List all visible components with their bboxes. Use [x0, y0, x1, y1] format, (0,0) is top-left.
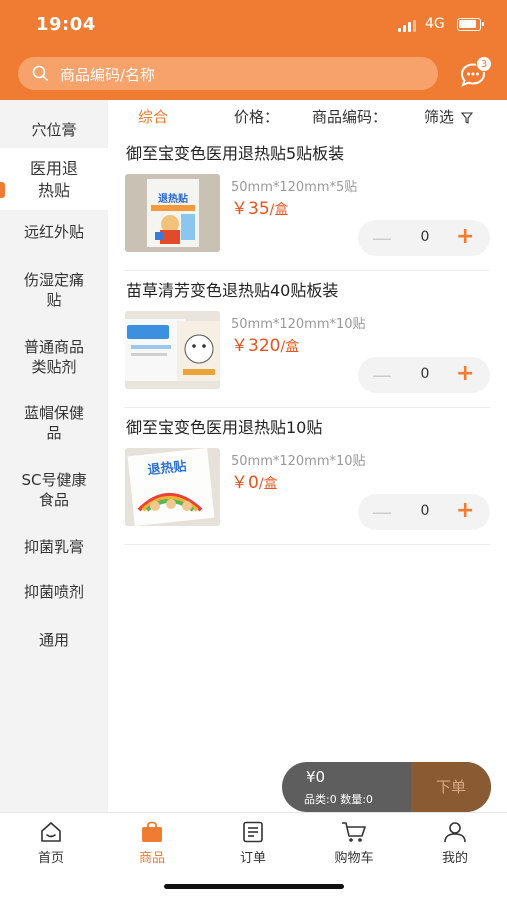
tab-home[interactable]: 首页: [11, 821, 91, 866]
quantity-value[interactable]: 0: [418, 503, 432, 519]
category-sidebar: 穴位膏 医用退 热贴 远红外贴 伤湿定痛 贴 普通商品 类贴剂 蓝帽保健 品 S…: [0, 100, 108, 812]
sidebar-item-general[interactable]: 通用: [0, 630, 108, 654]
price-unit: /盒: [258, 476, 278, 492]
price-unit: /盒: [269, 202, 289, 218]
quantity-stepper: — 0 +: [358, 357, 490, 393]
status-bar: 19:04 4G: [0, 0, 507, 46]
product-price: ￥0/盒: [231, 468, 278, 493]
sidebar-item-antibacterial-cream[interactable]: 抑菌乳膏: [0, 537, 108, 561]
home-indicator[interactable]: [164, 884, 344, 889]
sidebar-item-far-infrared[interactable]: 远红外贴: [0, 222, 108, 246]
tab-label: 首页: [37, 851, 64, 866]
sidebar-item-fever-patch[interactable]: 医用退 热贴: [0, 148, 108, 210]
sidebar-item-sc-food[interactable]: SC号健康 食品: [0, 470, 108, 514]
quantity-value[interactable]: 0: [418, 366, 432, 382]
place-order-button[interactable]: 下单: [411, 762, 491, 812]
message-button[interactable]: 3: [458, 56, 492, 90]
price-value: ￥320: [231, 336, 281, 356]
signal-icon: [398, 20, 418, 32]
increase-button[interactable]: +: [456, 361, 474, 386]
quantity-stepper: — 0 +: [358, 494, 490, 530]
sidebar-item-health-products[interactable]: 蓝帽保健 品: [0, 403, 108, 447]
tab-profile[interactable]: 我的: [415, 821, 495, 866]
product-name: 御至宝变色医用退热贴5贴板装: [126, 144, 345, 163]
price-value: ￥35: [231, 199, 270, 219]
sidebar-item-pain-relief[interactable]: 伤湿定痛 贴: [0, 270, 108, 314]
sidebar-item-label: 抑菌乳膏: [23, 538, 84, 556]
cart-amount: ¥0: [306, 768, 326, 786]
tab-products[interactable]: 商品: [112, 821, 192, 866]
product-item[interactable]: 御至宝变色医用退热贴5贴板装 退热贴 50mm*120mm*5贴 ￥35/盒 —…: [124, 134, 490, 271]
sidebar-item-label: 通用: [38, 631, 69, 649]
product-item[interactable]: 御至宝变色医用退热贴10贴 退热贴 50mm*120mm*10贴 ￥0/盒 — …: [124, 408, 490, 545]
tab-cart[interactable]: 购物车: [314, 821, 394, 866]
header: 19:04 4G 商品编码/名称 3: [0, 0, 507, 100]
sidebar-item-label: 伤湿定痛 贴: [23, 271, 84, 309]
cart-icon: [342, 822, 366, 842]
product-spec: 50mm*120mm*5贴: [231, 180, 358, 195]
tab-label: 购物车: [334, 851, 374, 866]
product-price: ￥35/盒: [231, 194, 288, 219]
quantity-stepper: — 0 +: [358, 220, 490, 256]
sidebar-item-label: SC号健康 食品: [21, 471, 87, 509]
sidebar-item-label: 普通商品 类贴剂: [23, 338, 84, 376]
filter-label: 筛选: [424, 108, 455, 126]
user-icon: [444, 822, 466, 843]
shopping-bag-icon: [142, 821, 162, 842]
sidebar-item-label: 蓝帽保健 品: [23, 404, 84, 442]
battery-icon: [457, 18, 484, 31]
product-name: 苗草清芳变色退热贴40贴板装: [126, 281, 339, 300]
sort-code-tab[interactable]: 商品编码：: [312, 106, 387, 127]
filter-button[interactable]: 筛选: [424, 106, 473, 127]
sidebar-item-label: 远红外贴: [23, 223, 84, 241]
sort-bar: 综合 价格： 商品编码： 筛选: [108, 100, 507, 132]
order-list-icon: [243, 821, 263, 843]
product-image: [125, 311, 220, 389]
status-time: 19:04: [36, 14, 96, 35]
product-image: 退热贴: [125, 448, 220, 526]
tab-label: 商品: [138, 851, 165, 866]
svg-text:退热贴: 退热贴: [158, 192, 188, 205]
sidebar-item-general-patches[interactable]: 普通商品 类贴剂: [0, 337, 108, 381]
product-image: 退热贴: [125, 174, 220, 252]
filter-icon: [460, 111, 473, 124]
decrease-button[interactable]: —: [372, 226, 392, 250]
product-spec: 50mm*120mm*10贴: [231, 454, 366, 469]
tab-label: 我的: [441, 851, 468, 866]
network-label: 4G: [425, 16, 445, 32]
sort-general-tab[interactable]: 综合: [138, 106, 168, 127]
message-badge: 3: [476, 56, 492, 72]
increase-button[interactable]: +: [456, 498, 474, 523]
increase-button[interactable]: +: [456, 224, 474, 249]
sidebar-item-antibacterial-spray[interactable]: 抑菌喷剂: [0, 582, 108, 606]
home-icon: [41, 822, 61, 842]
sidebar-item-label: 抑菌喷剂: [23, 583, 84, 601]
decrease-button[interactable]: —: [372, 363, 392, 387]
sort-price-tab[interactable]: 价格：: [234, 106, 279, 127]
decrease-button[interactable]: —: [372, 500, 392, 524]
sidebar-item-label: 穴位膏: [31, 121, 77, 139]
product-price: ￥320/盒: [231, 331, 299, 356]
tab-orders[interactable]: 订单: [213, 821, 293, 866]
product-list-panel: 综合 价格： 商品编码： 筛选 御至宝变色医用退热贴5贴板装 退热贴 50mm*…: [108, 100, 507, 812]
sidebar-item-label: 医用退 热贴: [29, 159, 78, 200]
tab-label: 订单: [239, 851, 266, 866]
price-value: ￥0: [231, 473, 259, 493]
sidebar-item-acupoint-plaster[interactable]: 穴位膏: [0, 110, 108, 150]
price-unit: /盒: [280, 339, 300, 355]
product-item[interactable]: 苗草清芳变色退热贴40贴板装 50mm*120mm*10贴 ￥320/盒 — 0…: [124, 271, 490, 408]
search-input[interactable]: 商品编码/名称: [18, 57, 438, 90]
search-icon: [32, 65, 48, 81]
product-spec: 50mm*120mm*10贴: [231, 317, 366, 332]
product-name: 御至宝变色医用退热贴10贴: [126, 418, 323, 437]
search-placeholder: 商品编码/名称: [60, 66, 156, 84]
cart-summary-bar[interactable]: ¥0 品类:0 数量:0 下单: [282, 762, 491, 812]
quantity-value[interactable]: 0: [418, 229, 432, 245]
cart-counts: 品类:0 数量:0: [304, 793, 373, 806]
